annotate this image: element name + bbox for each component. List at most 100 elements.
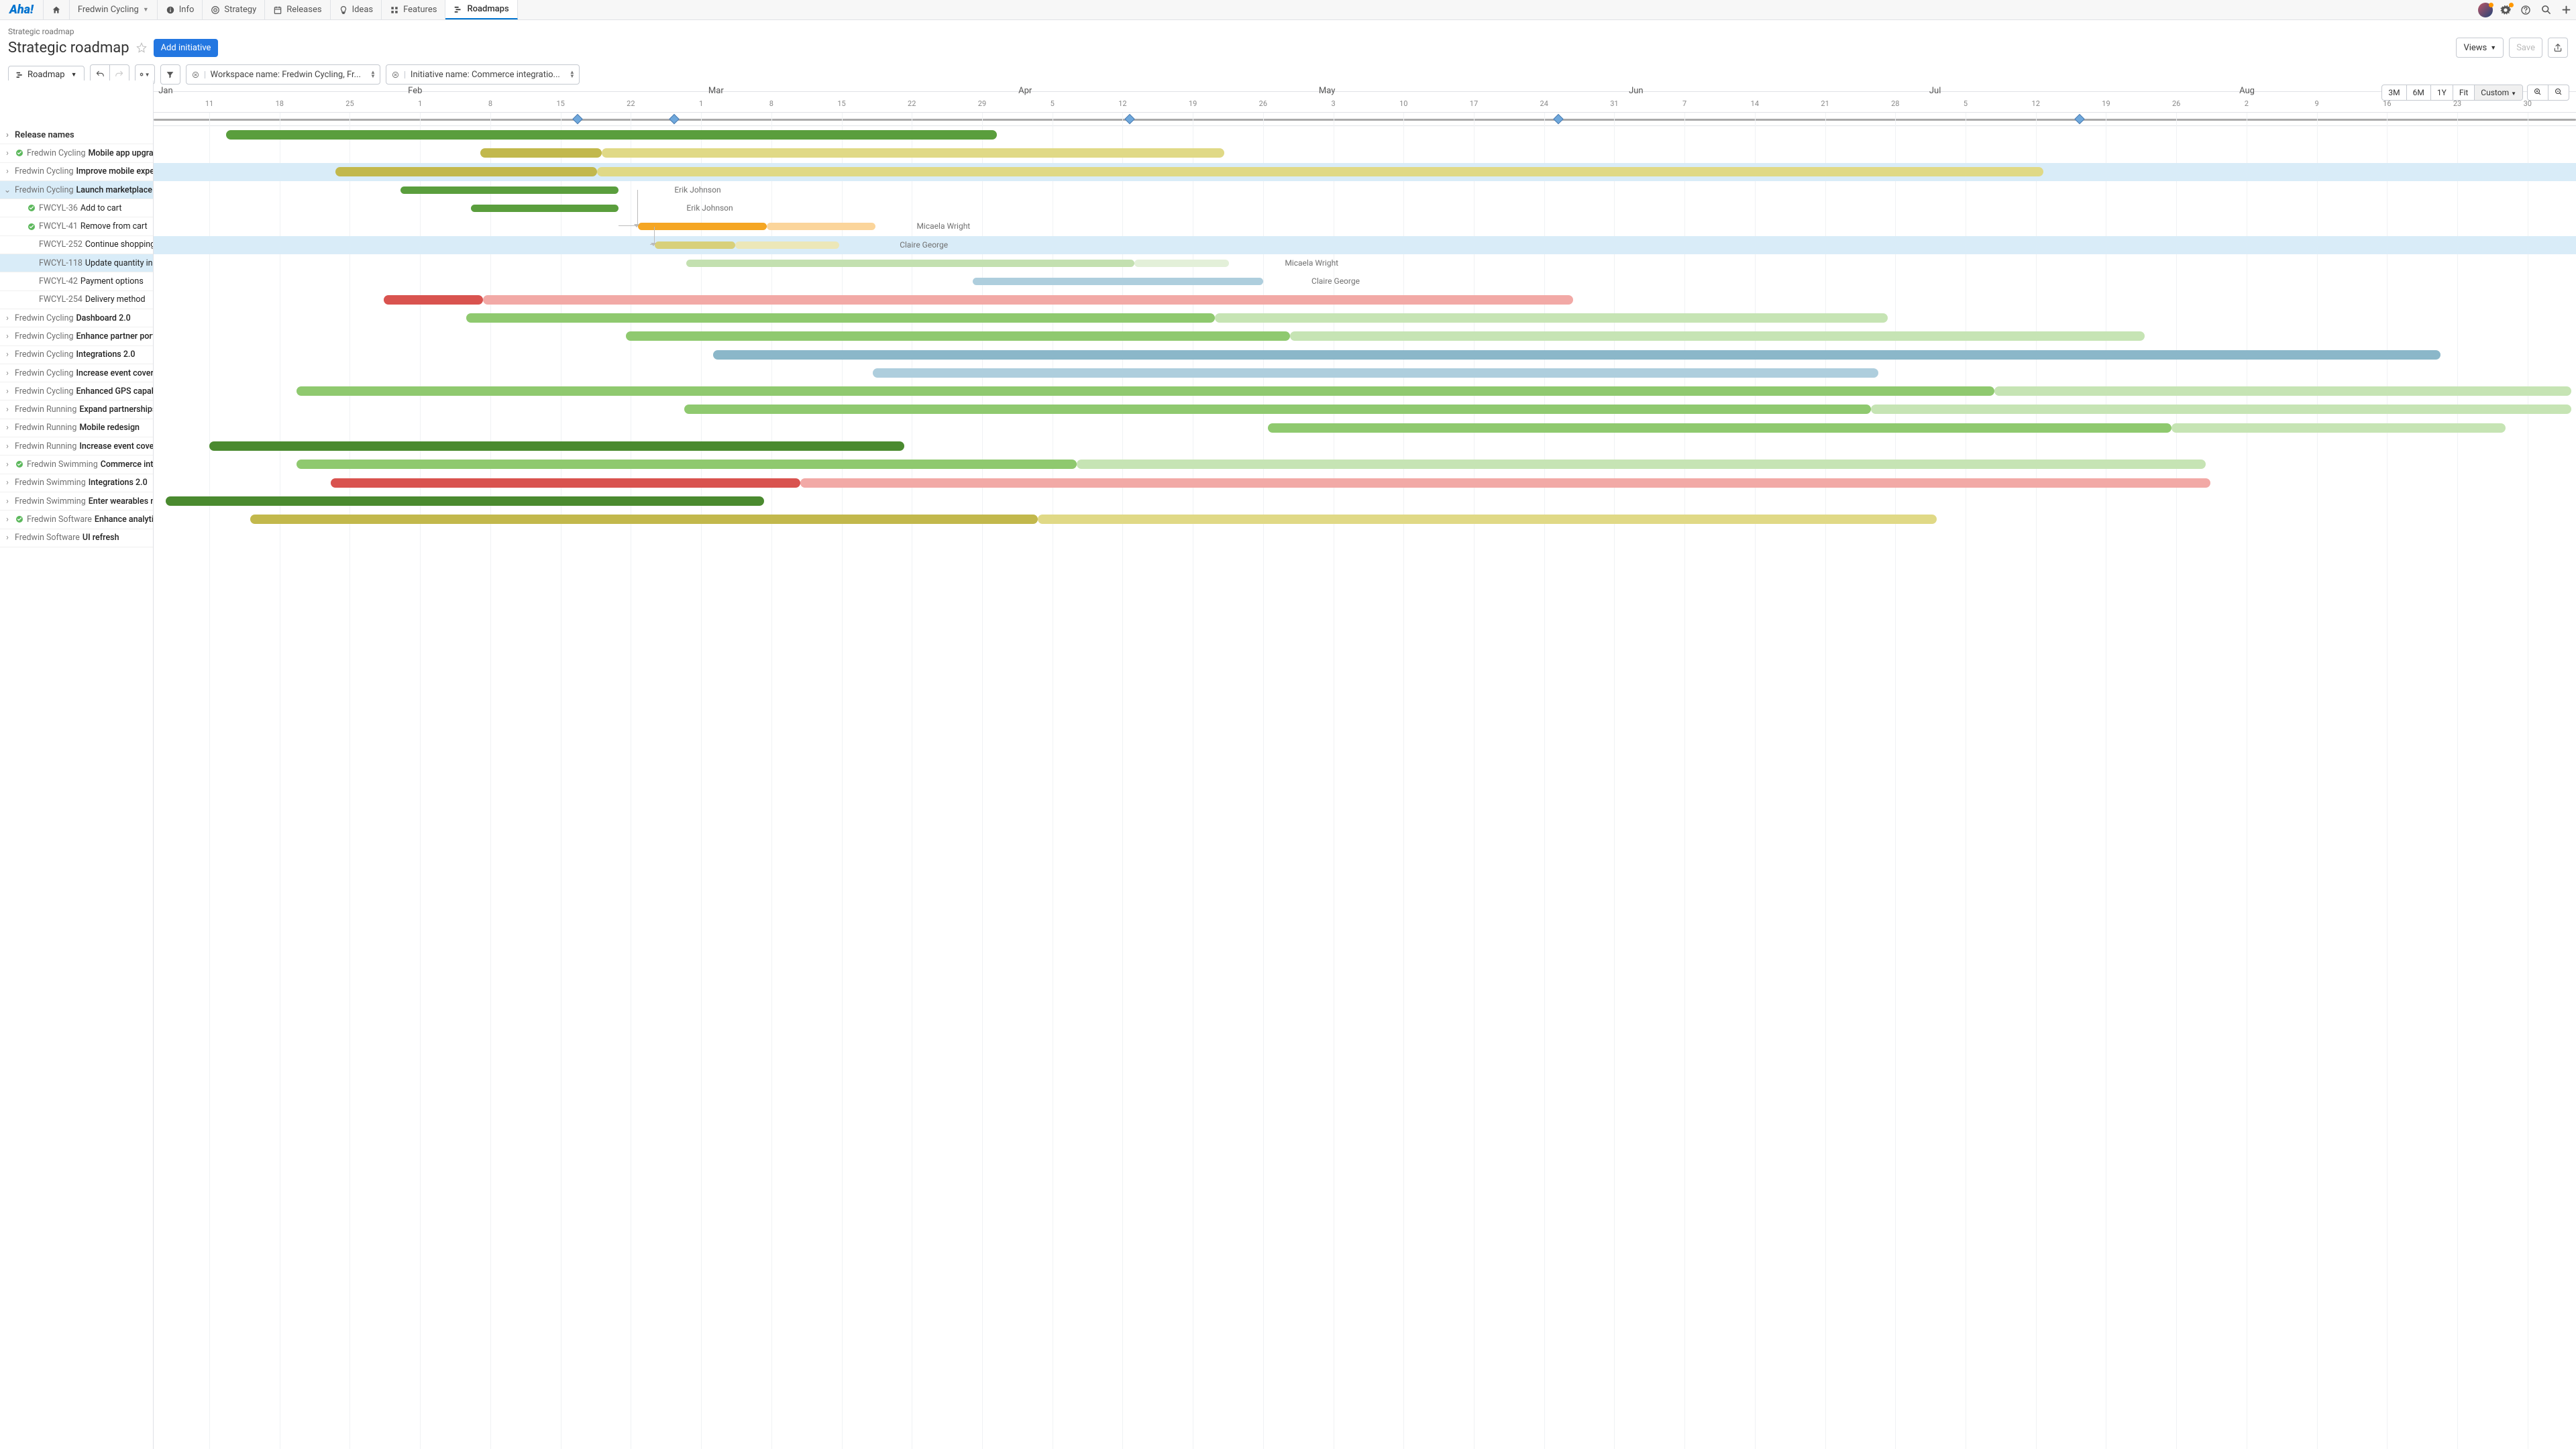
timeline-row[interactable] xyxy=(154,455,2576,474)
timeline-row[interactable]: Erik Johnson xyxy=(154,199,2576,217)
timeline-row[interactable]: Micaela Wright xyxy=(154,254,2576,272)
gantt-bar[interactable] xyxy=(331,478,801,488)
initiative-row[interactable]: ›Fredwin Cycling Dashboard 2.0 xyxy=(0,309,153,327)
gantt-bar[interactable] xyxy=(684,405,1871,414)
gantt-bar[interactable] xyxy=(1038,515,1937,524)
release-marker[interactable] xyxy=(2074,114,2085,125)
initiative-row[interactable]: ›Fredwin Swimming Enter wearables market xyxy=(0,492,153,511)
gantt-bar[interactable] xyxy=(483,295,1573,305)
nav-ideas[interactable]: Ideas xyxy=(331,0,382,19)
gantt-bar[interactable] xyxy=(626,331,1289,341)
views-button[interactable]: Views▼ xyxy=(2456,38,2504,58)
gantt-bar[interactable] xyxy=(1134,260,1229,267)
gantt-bar[interactable] xyxy=(1871,405,2571,414)
gantt-bar[interactable] xyxy=(400,186,619,194)
timeline-row[interactable] xyxy=(154,126,2576,144)
initiative-row[interactable]: ›Fredwin Running Increase event coverage xyxy=(0,437,153,455)
timeline-row[interactable] xyxy=(154,144,2576,162)
initiative-row[interactable]: ›Fredwin Cycling Improve mobile experien… xyxy=(0,163,153,181)
gantt-bar[interactable] xyxy=(873,368,1878,378)
gantt-bar[interactable] xyxy=(166,496,764,506)
breadcrumb[interactable]: Strategic roadmap xyxy=(8,27,2568,36)
filter-sort[interactable]: ▲▼ xyxy=(366,70,380,78)
sidebar-header-row[interactable]: › Release names xyxy=(0,126,153,144)
timeline-row[interactable] xyxy=(154,511,2576,529)
gantt-bar[interactable] xyxy=(655,241,735,249)
zoom-out[interactable] xyxy=(2548,85,2569,100)
gantt-bar[interactable] xyxy=(2171,423,2506,433)
filter-sort[interactable]: ▲▼ xyxy=(566,70,579,78)
initiative-row[interactable]: ›Fredwin Swimming Commerce integrat... xyxy=(0,455,153,474)
timeline-row[interactable]: Erik Johnson xyxy=(154,181,2576,199)
timeline-row[interactable]: Claire George xyxy=(154,272,2576,290)
avatar-menu[interactable] xyxy=(2475,0,2496,19)
feature-row[interactable]: FWCYL-41 Remove from cart xyxy=(0,217,153,235)
gantt-bar[interactable] xyxy=(638,223,766,230)
feature-row[interactable]: FWCYL-36 Add to cart xyxy=(0,199,153,217)
workspace-selector[interactable]: Fredwin Cycling▼ xyxy=(70,0,158,19)
initiative-row[interactable]: ›Fredwin Software UI refresh xyxy=(0,529,153,547)
initiative-row[interactable]: ›Fredwin Cycling Mobile app upgrades xyxy=(0,144,153,162)
search-nav[interactable] xyxy=(2536,0,2556,19)
filter-remove[interactable] xyxy=(186,71,205,78)
timeline-row[interactable] xyxy=(154,474,2576,492)
gantt-bar[interactable] xyxy=(297,386,1994,396)
gantt-bar[interactable] xyxy=(1290,331,2145,341)
timeline-row[interactable] xyxy=(154,364,2576,382)
timeline-row[interactable] xyxy=(154,382,2576,400)
favorite-toggle[interactable] xyxy=(136,42,147,53)
timeline-row[interactable]: Micaela Wright xyxy=(154,217,2576,235)
gantt-bar[interactable] xyxy=(767,223,875,230)
gantt-bar[interactable] xyxy=(1215,313,1888,323)
timeline-row[interactable] xyxy=(154,492,2576,511)
feature-row[interactable]: FWCYL-254 Delivery method xyxy=(0,291,153,309)
timeline-row[interactable] xyxy=(154,327,2576,345)
timeline-row[interactable] xyxy=(154,346,2576,364)
gantt-bar[interactable] xyxy=(384,295,483,305)
feature-row[interactable]: FWCYL-42 Payment options xyxy=(0,272,153,290)
add-initiative-button[interactable]: Add initiative xyxy=(154,39,219,57)
settings-nav[interactable] xyxy=(2496,0,2516,19)
zoom-6m[interactable]: 6M xyxy=(2407,85,2431,100)
nav-info[interactable]: Info xyxy=(158,0,203,19)
gantt-bar[interactable] xyxy=(480,148,602,158)
release-marker[interactable] xyxy=(1124,114,1135,125)
nav-releases[interactable]: Releases xyxy=(265,0,330,19)
release-marker[interactable] xyxy=(1554,114,1564,125)
gantt-bar[interactable] xyxy=(250,515,1038,524)
gantt-bar[interactable] xyxy=(297,460,1077,469)
zoom-1y[interactable]: 1Y xyxy=(2431,85,2453,100)
zoom-custom[interactable]: Custom ▼ xyxy=(2475,85,2522,100)
filter-remove[interactable] xyxy=(386,71,405,78)
initiative-row[interactable]: ›Fredwin Cycling Increase event coverage xyxy=(0,364,153,382)
zoom-in[interactable] xyxy=(2528,85,2548,100)
zoom-fit[interactable]: Fit xyxy=(2453,85,2475,100)
gantt-bar[interactable] xyxy=(597,167,2043,176)
gantt-bar[interactable] xyxy=(735,241,839,249)
timeline-row[interactable] xyxy=(154,400,2576,419)
gantt-bar[interactable] xyxy=(973,278,1263,285)
initiative-row[interactable]: ›Fredwin Cycling Enhanced GPS capabiliti… xyxy=(0,382,153,400)
home-nav[interactable] xyxy=(44,0,70,19)
timeline-chart[interactable]: 3M 6M 1Y Fit Custom ▼ JanFebMarAprMayJun… xyxy=(154,80,2576,1449)
release-marker[interactable] xyxy=(669,114,680,125)
help-nav[interactable] xyxy=(2516,0,2536,19)
gantt-bar[interactable] xyxy=(471,205,619,212)
gantt-bar[interactable] xyxy=(1994,386,2571,396)
initiative-row[interactable]: ›Fredwin Software Enhance analytics xyxy=(0,511,153,529)
gantt-bar[interactable] xyxy=(800,478,2210,488)
logo[interactable]: Aha! xyxy=(0,0,44,19)
nav-roadmaps[interactable]: Roadmaps xyxy=(445,0,517,19)
nav-strategy[interactable]: Strategy xyxy=(203,0,265,19)
timeline-row[interactable]: Claire George xyxy=(154,236,2576,254)
nav-features[interactable]: Features xyxy=(382,0,445,19)
gantt-bar[interactable] xyxy=(335,167,597,176)
add-nav[interactable] xyxy=(2556,0,2576,19)
gantt-bar[interactable] xyxy=(226,130,996,140)
timeline-row[interactable] xyxy=(154,291,2576,309)
feature-row[interactable]: FWCYL-118 Update quantity in cart xyxy=(0,254,153,272)
timeline-row[interactable] xyxy=(154,163,2576,181)
zoom-3m[interactable]: 3M xyxy=(2382,85,2406,100)
timeline-row[interactable] xyxy=(154,309,2576,327)
feature-row[interactable]: FWCYL-252 Continue shopping xyxy=(0,236,153,254)
